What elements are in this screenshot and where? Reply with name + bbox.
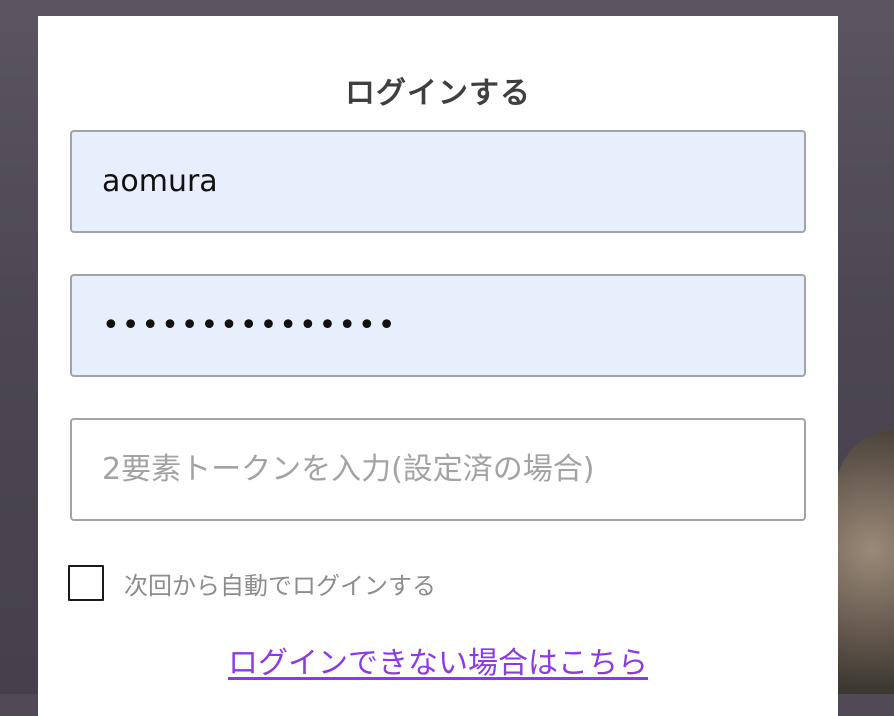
two-factor-token-input[interactable] [70, 418, 806, 521]
password-input[interactable] [70, 274, 806, 377]
modal-title: ログインする [345, 76, 531, 111]
login-modal: ログインする 次回から自動でログインする ログインできない場合はこちら [38, 16, 838, 716]
remember-me-label[interactable]: 次回から自動でログインする [124, 566, 436, 601]
username-input[interactable] [70, 130, 806, 233]
remember-me-row: 次回から自動でログインする [68, 562, 436, 604]
remember-me-checkbox[interactable] [68, 565, 104, 601]
background-photo [836, 430, 894, 694]
cannot-login-link[interactable]: ログインできない場合はこちら [38, 638, 838, 682]
